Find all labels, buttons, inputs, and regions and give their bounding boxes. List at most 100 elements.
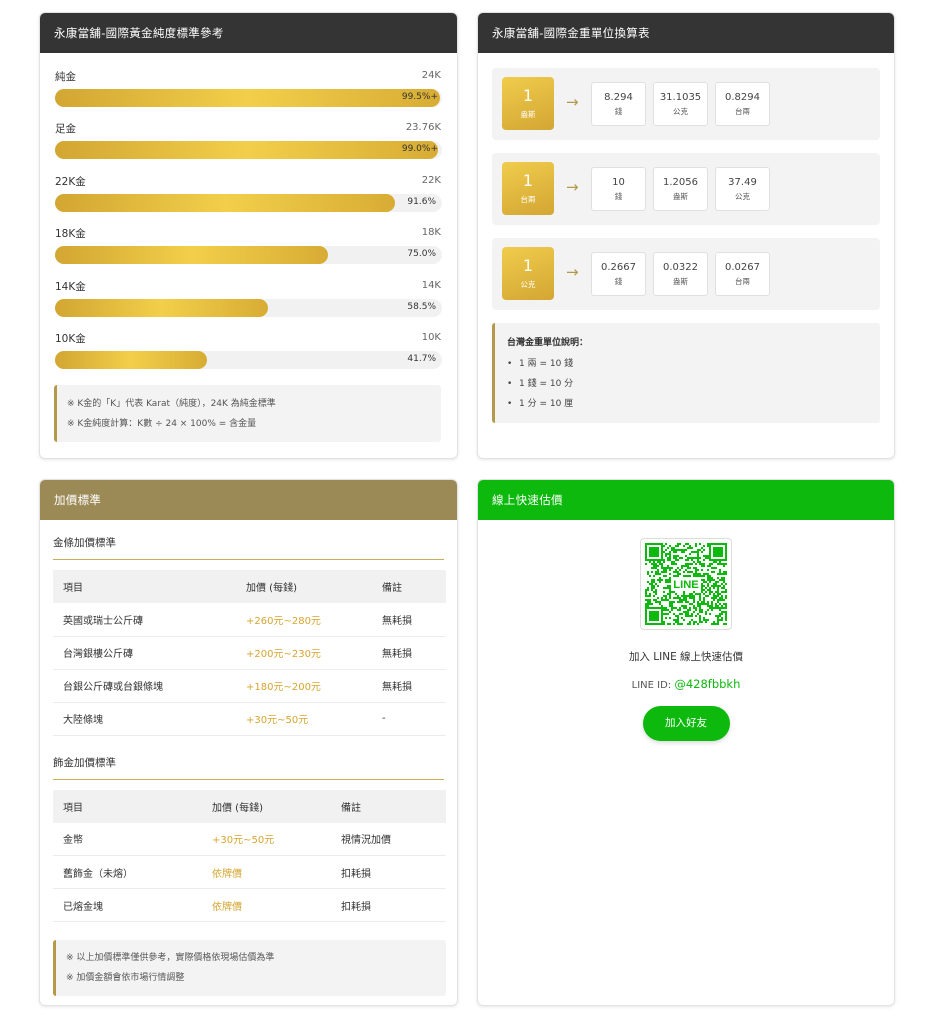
table-row: 金幣 +30元~50元 視情況加價 <box>53 822 446 856</box>
purity-bar-fill <box>55 89 440 107</box>
purity-name: 10K金 <box>55 332 86 345</box>
item-name-cell: 台銀公斤磚或台銀條塊 <box>53 669 236 703</box>
line-logo-text: LINE <box>673 579 699 591</box>
conversion-value: 31.1035 公克 <box>653 82 708 126</box>
conversion-value: 0.2667 錢 <box>591 252 646 296</box>
markup-price-cell: 依牌價 <box>202 855 331 889</box>
add-friend-button[interactable]: 加入好友 <box>642 706 730 741</box>
conversion-value: 0.0267 台兩 <box>715 252 770 296</box>
conversion-value-number: 37.49 <box>728 177 757 188</box>
item-name-cell: 金幣 <box>53 822 202 856</box>
conversion-card-title: 永康當舖-國際金重單位換算表 <box>478 13 894 53</box>
conversion-base-unit: 1 盎斯 <box>502 77 554 130</box>
line-id: LINE ID: @428fbbkh <box>478 677 894 691</box>
remark-cell: 扣耗損 <box>331 888 446 922</box>
purity-percent: 91.6% <box>407 196 436 207</box>
conversion-value-number: 8.294 <box>604 92 633 103</box>
bar-section-title: 金條加價標準 <box>53 535 444 560</box>
taiwan-unit-item: 1 兩 = 10 錢 <box>507 354 868 374</box>
base-number: 1 <box>522 256 534 275</box>
purity-bar-track: 41.7% <box>55 350 442 369</box>
conversion-value-unit: 台兩 <box>735 277 750 286</box>
base-unit-label: 台兩 <box>520 195 536 204</box>
conversion-value: 10 錢 <box>591 167 646 211</box>
conversion-card: 永康當舖-國際金重單位換算表 1 盎斯 → 8.294 錢 31.1035 公克 0.8294… <box>477 12 895 459</box>
conversion-value-number: 1.2056 <box>663 177 698 188</box>
conversion-base-unit: 1 公克 <box>502 247 554 300</box>
purity-karat: 22K <box>421 174 441 186</box>
table-row: 英國或瑞士公斤磚 +260元~280元 無耗損 <box>53 603 446 637</box>
purity-bar-track: 58.5% <box>55 298 442 317</box>
item-name-cell: 英國或瑞士公斤磚 <box>53 603 236 637</box>
conversion-value-unit: 錢 <box>614 107 623 116</box>
purity-percent: 75.0% <box>407 249 436 260</box>
remark-cell: 無耗損 <box>372 669 446 703</box>
remark-cell: - <box>372 702 446 736</box>
arrow-right-icon: → <box>566 263 579 281</box>
purity-bar-fill <box>55 246 328 265</box>
purity-note-box: ※ K金的「K」代表 Karat（純度），24K 為純金標準 ※ K金純度計算：K… <box>54 385 441 443</box>
taiwan-unit-title: 台灣金重單位說明： <box>507 338 589 348</box>
remark-cell: 無耗損 <box>372 603 446 637</box>
purity-row: 18K金 18K 75.0% <box>54 224 443 276</box>
table-row: 大陸條塊 +30元~50元 - <box>53 702 446 736</box>
line-id-label: LINE ID: <box>631 680 675 691</box>
table-row: 已熔金塊 依牌價 扣耗損 <box>53 888 446 922</box>
purity-name: 足金 <box>55 123 76 136</box>
markup-price-cell: +180元~200元 <box>236 669 372 703</box>
purity-row: 14K金 14K 58.5% <box>54 277 443 329</box>
purity-row: 足金 23.76K 99.0%+ <box>54 119 443 171</box>
table-header-cell: 加價 (每錢) <box>212 802 263 814</box>
purity-row: 22K金 22K 91.6% <box>54 172 443 224</box>
markup-price-cell: +30元~50元 <box>202 822 331 856</box>
conversion-values: 8.294 錢 31.1035 公克 0.8294 台兩 <box>591 82 770 126</box>
jewelry-markup-table: 項目 加價 (每錢) 備註 金幣 +30元~50元 視情況加價 舊飾金（未熔） 依牌價 扣耗損… <box>53 789 446 922</box>
markup-note: ※ 加價金額會依市場行情調整 <box>66 973 185 983</box>
taiwan-unit-note: 台灣金重單位說明： 1 兩 = 10 錢1 錢 = 10 分1 分 = 10 厘 <box>492 323 880 423</box>
conversion-values: 0.2667 錢 0.0322 盎斯 0.0267 台兩 <box>591 252 770 296</box>
conversion-value-unit: 錢 <box>614 277 623 286</box>
purity-karat: 14K <box>421 279 441 291</box>
purity-row: 純金 24K 99.5%+ <box>54 67 443 119</box>
purity-card: 永康當舖-國際黃金純度標準參考 純金 24K 99.5%+ 足金 23.76K 99.0%… <box>39 12 458 459</box>
table-header-cell: 備註 <box>382 583 402 594</box>
line-id-value: @428fbbkh <box>674 677 741 691</box>
conversion-value-number: 0.0322 <box>663 262 698 273</box>
markup-price-cell: +260元~280元 <box>236 603 372 637</box>
conversion-value: 8.294 錢 <box>591 82 646 126</box>
taiwan-unit-list: 1 兩 = 10 錢1 錢 = 10 分1 分 = 10 厘 <box>507 354 868 414</box>
conversion-value-number: 0.8294 <box>725 92 760 103</box>
conversion-list: 1 盎斯 → 8.294 錢 31.1035 公克 0.8294 台兩 1 台兩 → 10 錢 1.2056… <box>478 53 894 423</box>
conversion-value-number: 31.1035 <box>659 92 702 103</box>
jewelry-section-title: 飾金加價標準 <box>53 755 444 780</box>
purity-bar-fill <box>55 193 395 212</box>
arrow-right-icon: → <box>566 178 579 196</box>
markup-card-title: 加價標準 <box>40 480 457 520</box>
conversion-value-unit: 公克 <box>735 192 750 201</box>
purity-karat: 18K <box>421 227 441 239</box>
conversion-value: 0.8294 台兩 <box>715 82 770 126</box>
purity-name: 14K金 <box>55 280 86 293</box>
base-number: 1 <box>522 86 534 105</box>
markup-price-cell: 依牌價 <box>202 888 331 922</box>
remark-cell: 無耗損 <box>372 636 446 670</box>
purity-name: 純金 <box>55 71 76 83</box>
conversion-row: 1 台兩 → 10 錢 1.2056 盎斯 37.49 公克 <box>492 153 880 225</box>
conversion-value-number: 0.2667 <box>601 262 636 273</box>
purity-percent: 41.7% <box>407 353 436 364</box>
qr-code-image: LINE <box>645 543 727 625</box>
item-name-cell: 舊飾金（未熔） <box>53 855 202 889</box>
markup-note: ※ 以上加價標準僅供參考，實際價格依現場估價為準 <box>66 953 275 963</box>
table-row: 台銀公斤磚或台銀條塊 +180元~200元 無耗損 <box>53 669 446 703</box>
conversion-value-number: 0.0267 <box>725 262 760 273</box>
purity-note: ※ K金的「K」代表 Karat（純度），24K 為純金標準 <box>67 399 276 410</box>
table-header-cell: 項目 <box>63 583 83 594</box>
purity-karat: 23.76K <box>405 122 441 134</box>
purity-bar-fill <box>55 141 438 160</box>
conversion-values: 10 錢 1.2056 盎斯 37.49 公克 <box>591 167 770 211</box>
conversion-value-unit: 盎斯 <box>673 192 688 201</box>
purity-percent: 99.5%+ <box>401 92 438 102</box>
table-header-cell: 項目 <box>63 802 83 814</box>
bar-markup-table: 項目 加價 (每錢) 備註 英國或瑞士公斤磚 +260元~280元 無耗損 台灣銀樓公斤磚… <box>53 570 446 736</box>
purity-list: 純金 24K 99.5%+ 足金 23.76K 99.0%+ 22K金 22K 91.6% 18K… <box>40 53 457 443</box>
